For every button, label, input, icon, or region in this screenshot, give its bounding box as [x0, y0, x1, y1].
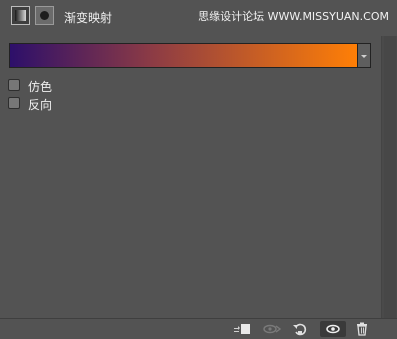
- visibility-eye-icon[interactable]: [320, 321, 346, 337]
- layer-mask-icon[interactable]: [35, 6, 54, 25]
- trash-icon[interactable]: [354, 321, 370, 337]
- chevron-down-icon: [361, 55, 367, 58]
- adjustment-layer-icon[interactable]: [11, 6, 30, 25]
- vertical-scrollbar[interactable]: [381, 36, 397, 318]
- mask-circle-icon: [40, 11, 49, 20]
- gradient-map-properties-panel: 渐变映射 思缘设计论坛 WWW.MISSYUAN.COM 仿色 反向: [0, 0, 397, 339]
- clip-to-layer-icon[interactable]: [233, 321, 250, 337]
- dither-label: 仿色: [28, 80, 53, 94]
- reverse-label: 反向: [28, 98, 53, 112]
- reset-icon[interactable]: [292, 321, 308, 337]
- dither-checkbox-box[interactable]: [8, 79, 20, 91]
- gradient-picker-dropdown[interactable]: [358, 43, 371, 68]
- gradient-preview-bar[interactable]: [9, 43, 358, 68]
- view-previous-state-icon[interactable]: [263, 321, 282, 337]
- panel-title: 渐变映射: [64, 11, 113, 25]
- watermark-text: 思缘设计论坛 WWW.MISSYUAN.COM: [198, 10, 389, 23]
- panel-header: 渐变映射 思缘设计论坛 WWW.MISSYUAN.COM: [0, 0, 397, 36]
- gradient-swatch-icon: [15, 10, 26, 21]
- reverse-checkbox-box[interactable]: [8, 97, 20, 109]
- scrollbar-thumb[interactable]: [384, 36, 396, 318]
- panel-footer: [0, 318, 397, 339]
